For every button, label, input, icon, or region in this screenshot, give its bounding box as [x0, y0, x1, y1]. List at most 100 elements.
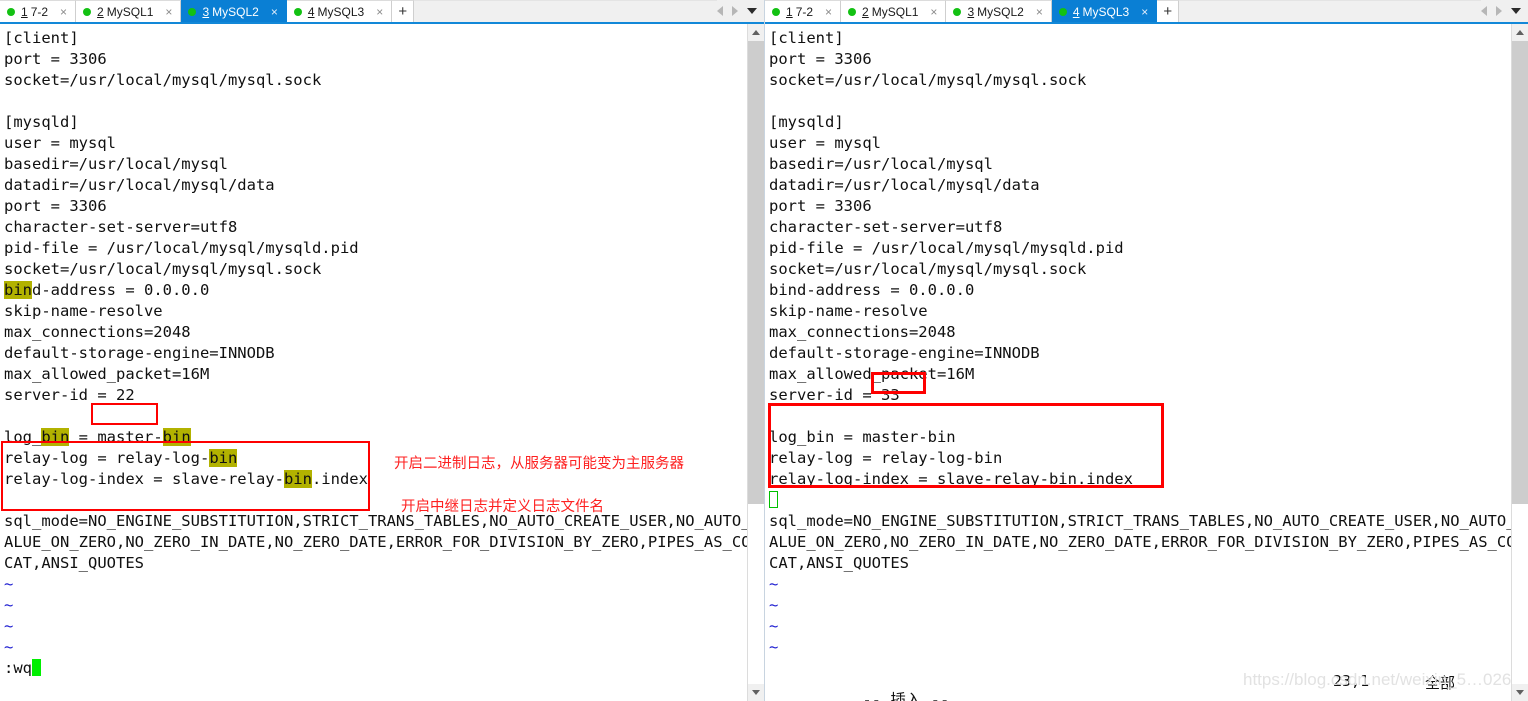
terminal-line: ALUE_ON_ZERO,NO_ZERO_IN_DATE,NO_ZERO_DAT…: [769, 533, 1511, 551]
tab-mysql1[interactable]: 2 MySQL1 ×: [841, 0, 947, 22]
terminal-empty-line-marker: ~: [4, 575, 14, 593]
tab-close-icon[interactable]: ×: [928, 6, 939, 18]
terminal-line: socket=/usr/local/mysql/mysql.sock: [769, 260, 1087, 278]
terminal-line: relay-log = relay-log-bin: [769, 449, 1003, 467]
tab-7-2[interactable]: 1 7-2 ×: [0, 0, 77, 22]
tab-mysql3[interactable]: 4 MySQL3 ×: [286, 0, 393, 22]
terminal-line: skip-name-resolve: [769, 302, 928, 320]
tab-status-dot-icon: [953, 7, 962, 16]
terminal-line: server-id = 33: [769, 386, 900, 404]
scroll-track[interactable]: [1512, 41, 1528, 684]
tab-index: 1: [786, 4, 793, 19]
right-terminal-pane: 1 7-2 × 2 MySQL1 × 3 MySQL2 × 4 MySQL3 ×: [764, 0, 1528, 701]
tab-close-icon[interactable]: ×: [1034, 6, 1045, 18]
annotation-note-binlog: 开启二进制日志，从服务器可能变为主服务器: [394, 456, 684, 472]
new-tab-button[interactable]: +: [1157, 0, 1180, 22]
vim-command-line[interactable]: :wq: [4, 658, 747, 679]
right-vertical-scrollbar[interactable]: [1511, 24, 1528, 701]
tab-close-icon[interactable]: ×: [374, 6, 385, 18]
tab-label: MySQL3: [1082, 4, 1130, 19]
arrow-right-icon[interactable]: [1496, 6, 1502, 16]
terminal-line: character-set-server=utf8: [769, 218, 1003, 236]
tab-index: 3: [967, 4, 975, 19]
terminal-line: max_connections=2048: [769, 323, 956, 341]
tab-label: MySQL2: [212, 4, 259, 19]
terminal-line: socket=/usr/local/mysql/mysql.sock: [4, 260, 322, 278]
terminal-line: CAT,ANSI_QUOTES: [769, 554, 909, 572]
terminal-line: [mysqld]: [769, 113, 844, 131]
tab-index: 2: [862, 4, 869, 19]
tab-close-icon[interactable]: ×: [58, 6, 69, 18]
tab-mysql2[interactable]: 3 MySQL2 ×: [181, 0, 287, 22]
arrow-left-icon[interactable]: [717, 6, 723, 16]
terminal-line: port = 3306: [4, 50, 107, 68]
tab-label: 7-2: [795, 4, 814, 19]
vim-mode-label: -- 插入 --: [862, 691, 950, 701]
scroll-thumb[interactable]: [748, 41, 764, 504]
scroll-down-icon[interactable]: [748, 684, 764, 701]
terminal-line: pid-file = /usr/local/mysql/mysqld.pid: [769, 239, 1124, 257]
scroll-thumb[interactable]: [1512, 41, 1528, 504]
tab-close-icon[interactable]: ×: [1139, 6, 1150, 18]
scroll-down-icon[interactable]: [1512, 684, 1528, 701]
terminal-line: [mysqld]: [4, 113, 79, 131]
tab-mysql1[interactable]: 2 MySQL1 ×: [76, 0, 182, 22]
tab-index: 4: [1072, 4, 1080, 19]
tab-7-2[interactable]: 1 7-2 ×: [765, 0, 842, 22]
left-terminal-text[interactable]: [client] port = 3306 socket=/usr/local/mys…: [0, 24, 747, 701]
tab-label: MySQL2: [977, 4, 1024, 19]
terminal-line: [client]: [769, 29, 844, 47]
tab-status-dot-icon: [7, 7, 15, 16]
terminal-empty-line-marker: ~: [769, 617, 779, 635]
scroll-up-icon[interactable]: [1512, 24, 1528, 41]
terminal-line: log_bin = master-bin: [4, 428, 191, 446]
search-match-highlight: bin: [209, 449, 238, 467]
tab-close-icon[interactable]: ×: [163, 6, 174, 18]
terminal-empty-line-marker: ~: [769, 596, 779, 614]
arrow-right-icon[interactable]: [732, 6, 738, 16]
terminal-line: port = 3306: [769, 50, 872, 68]
terminal-line: bind-address = 0.0.0.0: [769, 281, 975, 299]
terminal-line: pid-file = /usr/local/mysql/mysqld.pid: [4, 239, 359, 257]
tab-close-icon[interactable]: ×: [823, 6, 834, 18]
tab-mysql2[interactable]: 3 MySQL2 ×: [946, 0, 1052, 22]
terminal-line: bind-address = 0.0.0.0: [4, 281, 210, 299]
tab-status-dot-icon: [83, 7, 92, 16]
terminal-line: character-set-server=utf8: [4, 218, 238, 236]
chevron-down-icon[interactable]: [747, 8, 757, 14]
tab-status-dot-icon: [188, 7, 197, 16]
search-match-highlight: bin: [4, 281, 32, 299]
scroll-track[interactable]: [748, 41, 764, 684]
left-vertical-scrollbar[interactable]: [747, 24, 764, 701]
tab-label: MySQL1: [871, 4, 919, 19]
scroll-up-icon[interactable]: [748, 24, 764, 41]
tab-label: 7-2: [30, 4, 49, 19]
tab-label: MySQL1: [106, 4, 154, 19]
tab-index: 1: [21, 4, 28, 19]
terminal-line: [client]: [4, 29, 79, 47]
terminal-empty-line-marker: ~: [4, 638, 14, 656]
tab-status-dot-icon: [772, 7, 780, 16]
terminal-line: port = 3306: [769, 197, 872, 215]
arrow-left-icon[interactable]: [1481, 6, 1487, 16]
tab-status-dot-icon: [848, 7, 857, 16]
terminal-line: datadir=/usr/local/mysql/data: [769, 176, 1040, 194]
tab-mysql3[interactable]: 4 MySQL3 ×: [1051, 0, 1158, 22]
terminal-line: max_allowed_packet=16M: [769, 365, 975, 383]
terminal-line: sql_mode=NO_ENGINE_SUBSTITUTION,STRICT_T…: [4, 512, 747, 530]
text-cursor: [769, 491, 778, 508]
terminal-line: server-id = 22: [4, 386, 135, 404]
tab-close-icon[interactable]: ×: [269, 6, 280, 18]
right-terminal-text[interactable]: [client] port = 3306 socket=/usr/local/mys…: [765, 24, 1511, 701]
terminal-line: max_connections=2048: [4, 323, 191, 341]
chevron-down-icon[interactable]: [1511, 8, 1521, 14]
new-tab-button[interactable]: +: [392, 0, 415, 22]
terminal-line: skip-name-resolve: [4, 302, 163, 320]
tab-bar-controls: [1481, 0, 1528, 22]
search-match-highlight: bin: [162, 428, 191, 446]
tab-index: 4: [307, 4, 315, 19]
